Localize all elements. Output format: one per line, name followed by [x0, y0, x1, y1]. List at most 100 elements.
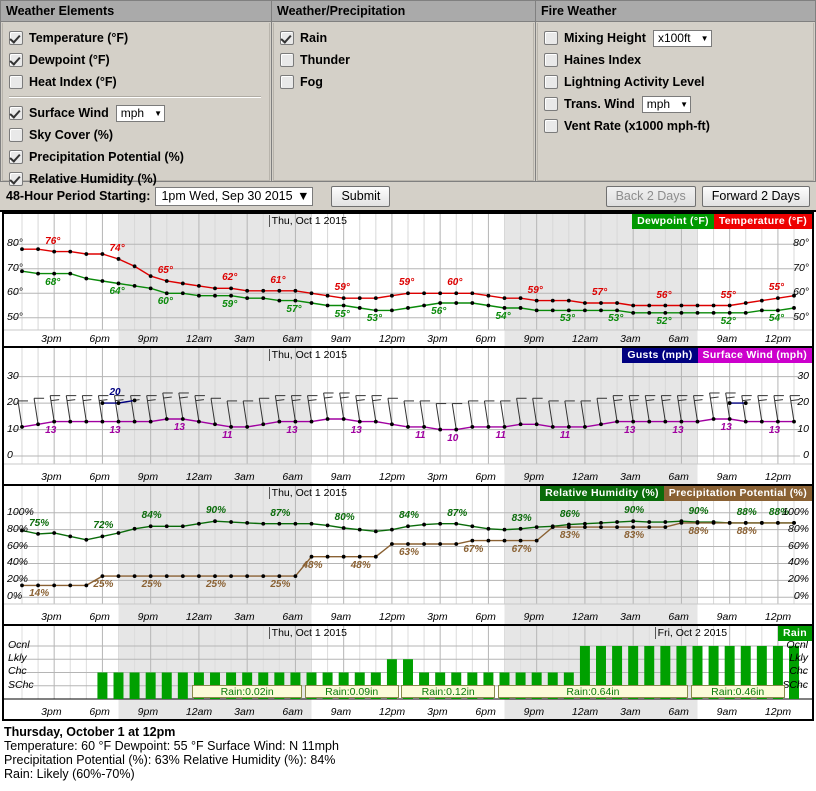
data-point-label: 75% — [29, 517, 50, 529]
option-row[interactable]: Haines Index — [544, 50, 813, 70]
checkbox-precipitation-potential[interactable] — [9, 150, 23, 164]
day-label: Thu, Oct 1 2015 — [268, 487, 347, 499]
checkbox-temperature-f[interactable] — [9, 31, 23, 45]
option-row[interactable]: Lightning Activity Level — [544, 72, 813, 92]
select-surface-wind[interactable]: mph ▼ — [115, 104, 166, 122]
x-axis-tick-label: 9am — [716, 471, 738, 483]
chart-surface-wind[interactable]: 13 13 13 11 13 13 11 10 11 11 13 13 13 13 20 0 0 10 10 20 20… — [2, 348, 814, 486]
checkbox-relative-humidity[interactable] — [9, 172, 23, 186]
data-point-label: 25% — [93, 579, 114, 591]
x-axis-tick-label: 6pm — [475, 706, 496, 718]
checkbox-fog[interactable] — [280, 75, 294, 89]
checkbox-mixing-height[interactable] — [544, 31, 558, 45]
x-axis-tick-label: 3pm — [427, 333, 448, 345]
x-axis-tick-label: 9pm — [137, 706, 159, 718]
data-point-label: 55° — [768, 282, 785, 294]
y-axis-tick-label: 0 — [7, 449, 13, 462]
data-point-label: 87% — [447, 507, 468, 519]
option-label: Thunder — [300, 53, 350, 67]
data-point-label: 68° — [45, 276, 61, 288]
x-axis-tick-label: 9am — [716, 611, 738, 623]
y-axis-tick-label: 70° — [793, 261, 809, 274]
y-axis-tick-label: 10 — [797, 422, 809, 435]
select-trans-wind[interactable]: mph ▼ — [641, 95, 691, 113]
checkbox-haines-index[interactable] — [544, 53, 558, 67]
period-select[interactable]: 1pm Wed, Sep 30 2015 ▼ — [155, 186, 314, 206]
option-row[interactable]: Dewpoint (°F) — [9, 50, 269, 70]
data-point-label: 61° — [270, 274, 286, 286]
select-value: mph — [120, 105, 145, 120]
option-row[interactable]: Fog — [280, 72, 533, 92]
day-label: Thu, Oct 1 2015 — [268, 627, 347, 639]
y-axis-tick-label: 100% — [7, 505, 34, 518]
data-point-label: 20 — [109, 387, 121, 399]
chart-temperature-dewpoint[interactable]: 76° 74° 65° 62° 61° 59° 59° 60° 59° 57° 56° 55° 55° 6… — [2, 212, 814, 348]
data-point-label: 11 — [222, 429, 233, 441]
option-row[interactable]: Trans. Wind mph ▼ — [544, 94, 813, 114]
x-axis-tick-label: 9pm — [523, 611, 545, 623]
x-axis-tick-label: 3am — [620, 706, 641, 718]
option-row[interactable]: Mixing Height x100ft ▼ — [544, 28, 813, 48]
legend-item: Temperature (°F) — [713, 214, 812, 229]
checkbox-sky-cover[interactable] — [9, 128, 23, 142]
data-point-label: 83% — [624, 530, 645, 542]
x-axis-tick-label: 6pm — [89, 333, 110, 345]
select-mixing-height[interactable]: x100ft ▼ — [652, 29, 712, 47]
x-axis-tick-label: 9pm — [523, 333, 545, 345]
checkbox-vent-rate-x1000-mph-ft[interactable] — [544, 119, 558, 133]
x-axis-tick-label: 9pm — [137, 333, 159, 345]
data-point-label: 67% — [511, 543, 532, 555]
data-point-label: 83% — [511, 512, 532, 524]
chart-humidity-precip[interactable]: 75% 72% 84% 90% 87% 80% 84% 87% 83% 86% 90% 90% 88% 8… — [2, 486, 814, 626]
data-point-label: 13 — [173, 421, 185, 433]
x-axis-tick-label: 3am — [234, 611, 255, 623]
back-2-days-button[interactable]: Back 2 Days — [605, 185, 696, 207]
option-row[interactable]: Heat Index (°F) — [9, 72, 269, 92]
checkbox-lightning-activity-level[interactable] — [544, 75, 558, 89]
data-point-label: 65° — [157, 265, 173, 276]
x-axis-tick-label: 9am — [716, 706, 738, 718]
data-point-label: 62° — [222, 272, 238, 284]
option-row[interactable]: Sky Cover (%) — [9, 125, 269, 145]
x-axis-tick-label: 6pm — [475, 333, 496, 345]
summary-line-precip: Precipitation Potential (%): 63% Relativ… — [4, 753, 336, 767]
x-axis-tick-label: 6am — [282, 611, 303, 623]
data-point-label: 25% — [270, 579, 291, 591]
checkbox-heat-index-f[interactable] — [9, 75, 23, 89]
checkbox-trans-wind[interactable] — [544, 97, 558, 111]
option-row[interactable]: Temperature (°F) — [9, 28, 269, 48]
summary-line-rain: Rain: Likely (60%-70%) — [4, 767, 135, 781]
checkbox-dewpoint-f[interactable] — [9, 53, 23, 67]
x-axis-tick-label: 3pm — [41, 333, 62, 345]
option-label: Relative Humidity (%) — [29, 172, 157, 186]
option-row[interactable]: Surface Wind mph ▼ — [9, 103, 269, 123]
day-label: Thu, Oct 1 2015 — [268, 215, 347, 227]
option-row[interactable]: Vent Rate (x1000 mph-ft) — [544, 116, 813, 136]
option-row[interactable]: Thunder — [280, 50, 533, 70]
option-row[interactable]: Rain — [280, 28, 533, 48]
option-label: Mixing Height — [564, 31, 646, 45]
y-axis-tick-label: SChc — [782, 678, 808, 691]
data-point-label: 56° — [431, 306, 447, 318]
forward-2-days-button[interactable]: Forward 2 Days — [701, 185, 810, 207]
panel-fire-weather: Fire Weather Mixing Height x100ft ▼ Haines … — [536, 0, 816, 182]
checkbox-rain[interactable] — [280, 31, 294, 45]
submit-button[interactable]: Submit — [331, 185, 391, 207]
x-axis-tick-label: 6am — [668, 333, 689, 345]
x-axis-tick-label: 12pm — [764, 471, 792, 483]
checkbox-surface-wind[interactable] — [9, 106, 23, 120]
data-point-label: 63% — [399, 547, 420, 559]
checkbox-thunder[interactable] — [280, 53, 294, 67]
x-axis-tick-label: 12am — [571, 611, 599, 623]
option-row[interactable]: Precipitation Potential (%) — [9, 147, 269, 167]
option-label: Trans. Wind — [564, 97, 635, 111]
legend-item: Rain — [778, 626, 812, 641]
data-point-label: 48% — [302, 559, 323, 571]
y-axis-tick-label: SChc — [8, 678, 34, 691]
x-axis-tick-label: 12am — [185, 611, 213, 623]
chart-rain[interactable]: SChc SChc Chc Chc Lkly Lkly Ocnl Ocnl Rain:0.02i… — [2, 626, 814, 721]
data-point-label: 52° — [720, 315, 736, 327]
x-axis-tick-label: 3am — [234, 706, 255, 718]
option-label: Dewpoint (°F) — [29, 53, 110, 67]
x-axis-tick-label: 6pm — [475, 471, 496, 483]
